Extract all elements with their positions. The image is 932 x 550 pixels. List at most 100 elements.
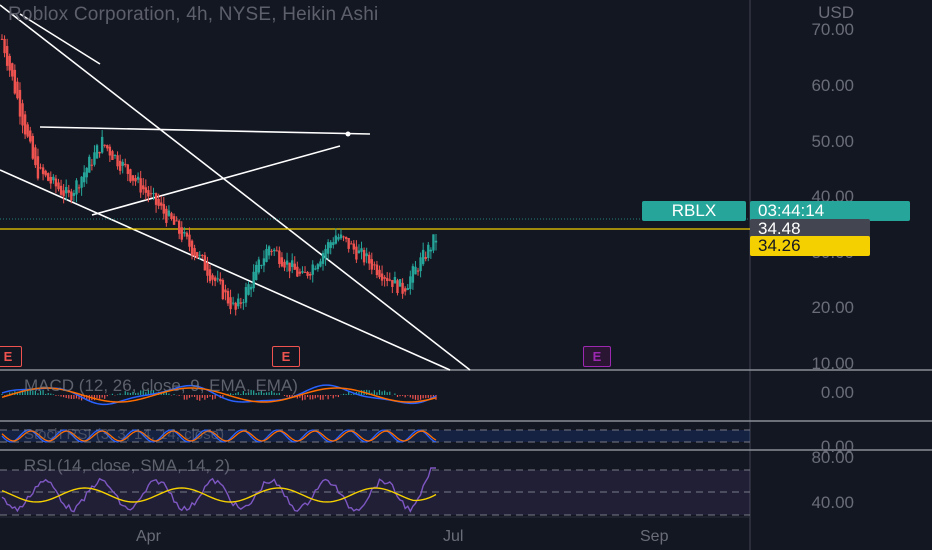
candle-body (283, 261, 286, 268)
candle-body (421, 249, 425, 265)
candle-body (383, 277, 386, 279)
candle-body (85, 167, 88, 178)
candle-body (380, 273, 384, 281)
candle-body (244, 287, 248, 303)
candle-body (298, 271, 302, 274)
candle-body (41, 167, 45, 175)
candle-body (350, 243, 353, 245)
candle-body (54, 178, 58, 187)
candle-body (221, 280, 225, 300)
candle-body (165, 208, 168, 223)
candle-body (293, 263, 296, 270)
rsi-title[interactable]: RSI (14, close, SMA, 14, 2) (24, 456, 230, 476)
candle-body (52, 176, 55, 181)
candle-body (203, 255, 207, 271)
candle-body (239, 302, 243, 304)
candle-body (306, 272, 309, 276)
candle-body (80, 176, 83, 188)
candle-body (142, 185, 145, 190)
rsi-axis-tick: 80.00 (811, 448, 854, 467)
candle-body (429, 249, 433, 252)
candle-body (409, 276, 412, 290)
candle-body (62, 190, 65, 197)
candle-body (23, 114, 27, 135)
candle-body (49, 176, 52, 184)
candle-body (368, 254, 371, 264)
candle-body (147, 190, 150, 197)
candle-body (432, 234, 435, 251)
time-tick: Jul (443, 528, 464, 545)
symbol-tag[interactable]: RBLX (642, 201, 746, 221)
candle-body (416, 270, 420, 272)
candle-body (414, 266, 417, 275)
candle-body (198, 254, 201, 256)
candle-body (195, 252, 199, 259)
candle-body (190, 240, 194, 256)
candle-body (111, 151, 114, 160)
candle-body (388, 279, 391, 281)
candle-body (334, 235, 338, 244)
candle-body (144, 187, 148, 193)
candle-body (206, 262, 209, 276)
candle-body (280, 257, 284, 267)
candle-body (26, 124, 29, 137)
candle-body (139, 178, 142, 193)
candle-body (247, 284, 250, 295)
stoch-title[interactable]: Stoch RSI (3, 3, 14, 14, close) (24, 426, 224, 443)
earnings-marker[interactable]: E (272, 346, 300, 367)
earnings-marker-upcoming[interactable]: E (583, 346, 611, 367)
candle-body (70, 191, 73, 201)
candle-body (129, 169, 132, 182)
candle-body (270, 250, 273, 252)
candle-body (11, 63, 14, 77)
candle-body (252, 271, 255, 289)
candle-body (357, 250, 361, 254)
trendline-upper-channel (0, 4, 471, 371)
price-tick: 60.00 (811, 76, 854, 95)
horizontal-line-price-tag[interactable]: 34.26 (750, 236, 870, 256)
candle-body (16, 81, 19, 99)
chart-root: Roblox Corporation, 4h, NYSE, Heikin Ash… (0, 0, 932, 550)
countdown-tag: 03:44:14 (750, 201, 910, 221)
candle-body (267, 246, 271, 256)
candle-body (339, 234, 343, 239)
trendlines[interactable] (0, 4, 471, 371)
candle-body (398, 279, 402, 287)
candle-body (370, 259, 373, 270)
candle-body (57, 182, 60, 190)
candle-body (160, 202, 163, 206)
candle-body (0, 38, 4, 40)
candle-body (411, 266, 415, 283)
candle-body (352, 243, 356, 250)
candle-body (18, 89, 22, 117)
candle-body (275, 250, 278, 252)
candle-body (375, 264, 379, 276)
candle-body (326, 242, 330, 254)
candle-body (224, 289, 227, 293)
candle-body (47, 173, 50, 181)
trendline-horizontal (39, 126, 371, 135)
macd-axis-tick: 0.00 (820, 383, 854, 402)
candle-body (260, 265, 263, 267)
candle-body (21, 103, 24, 126)
candle-body (3, 38, 6, 54)
candle-body (355, 246, 358, 260)
candle-body (213, 277, 217, 282)
candle-body (162, 204, 165, 214)
macd-title[interactable]: MACD (12, 26, close, 9, EMA, EMA) (24, 376, 298, 396)
candle-body (360, 248, 363, 252)
time-tick: Apr (136, 528, 161, 545)
candle-body (265, 248, 268, 262)
candle-body (106, 145, 109, 149)
earnings-marker[interactable]: E (0, 346, 22, 367)
candle-body (288, 262, 291, 272)
candle-body (242, 302, 245, 304)
rsi-axis-tick: 40.00 (811, 493, 854, 512)
trendline-handle[interactable] (345, 131, 351, 137)
candle-body (342, 236, 345, 238)
candle-body (373, 264, 376, 266)
candle-body (34, 147, 37, 166)
candle-body (257, 259, 261, 273)
candle-body (419, 257, 422, 272)
candle-body (231, 302, 235, 304)
